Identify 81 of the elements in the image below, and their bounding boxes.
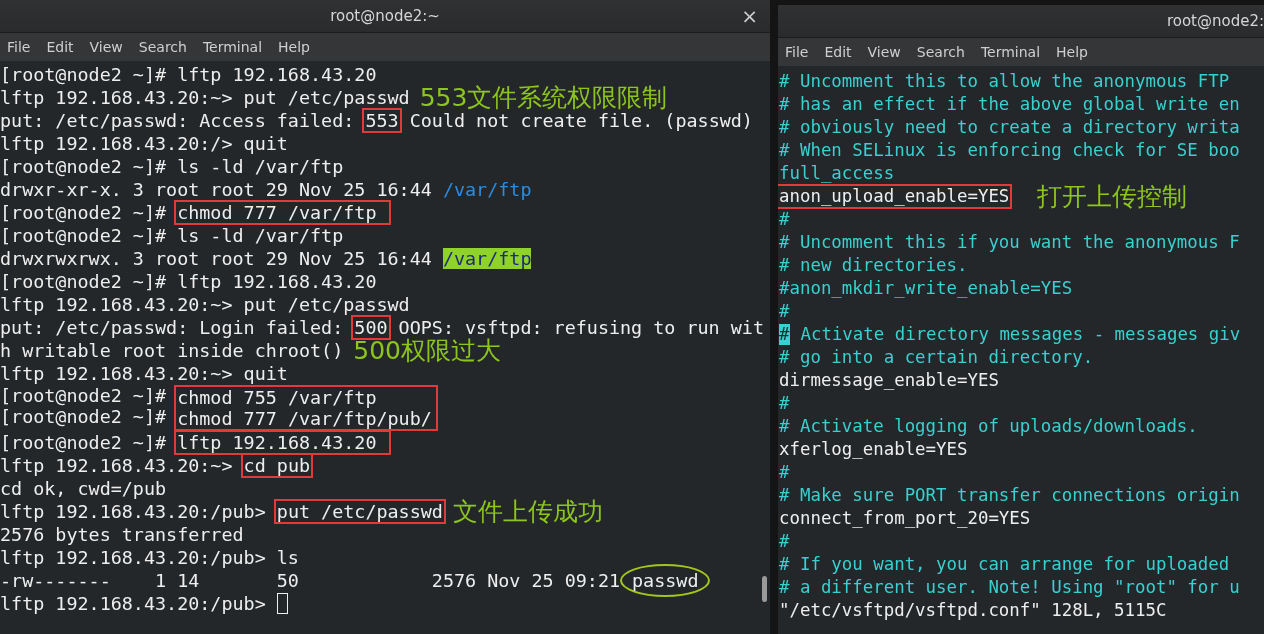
terminal-text: lftp 192.168.43.20:~> put /etc/passwd [0, 294, 410, 315]
comment-text: full_access [779, 163, 895, 184]
terminal-text: lftp 192.168.43.20:~> put /etc/passwd [0, 87, 410, 108]
menu-item[interactable]: Search [916, 44, 965, 60]
terminal-text: "/etc/vsftpd/vsftpd.conf" 128L, 5115C [779, 600, 1167, 621]
outlined-text: 500 [351, 315, 391, 340]
comment-text: # Uncomment this to allow the anonymous FTP [779, 71, 1230, 92]
window-title: root@node2: [1166, 12, 1264, 30]
annotation-note: 553文件系统权限限制 [419, 86, 668, 109]
terminal-text: drwxrwxrwx. 3 root root 29 Nov 25 16:44 [0, 248, 433, 269]
terminal-text: OOPS: vsftpd: refusing to run wit [397, 317, 764, 338]
terminal-text: cd ok, cwd=/pub [0, 478, 167, 499]
terminal-text: 2576 bytes transferred [0, 524, 244, 545]
terminal-text: [root@node2 ~]# lftp 192.168.43.20 [0, 64, 377, 85]
comment-text: # new directories. [779, 255, 968, 276]
menu-item[interactable]: Edit [824, 44, 852, 60]
terminal-text: dirmessage_enable=YES [779, 370, 999, 391]
terminal-text: h writable root inside chroot() [0, 340, 344, 361]
terminal-text: -rw------- 1 14 50 2576 Nov 25 09:21 [0, 570, 621, 591]
outlined-text: chmod 777 /var/ftp [174, 200, 391, 225]
comment-text: # [779, 209, 790, 230]
menu-item[interactable]: Help [278, 39, 310, 55]
terminal-text: [root@node2 ~]# [0, 406, 168, 427]
menu-item[interactable]: Search [138, 39, 187, 55]
comment-text: # When SELinux is enforcing check for SE boo [779, 140, 1240, 161]
terminal-text: [root@node2 ~]# [0, 385, 168, 406]
comment-text: # [779, 531, 790, 552]
comment-text: # Make sure PORT transfer connections origin [779, 485, 1240, 506]
menu-item[interactable]: View [867, 44, 901, 60]
text-cursor: # [779, 324, 790, 345]
terminal-text: lftp 192.168.43.20:~> quit [0, 363, 288, 384]
outlined-text: lftp 192.168.43.20 [174, 430, 391, 455]
comment-text: # [779, 462, 790, 483]
terminal-text: drwxr-xr-x. 3 root root 29 Nov 25 16:44 [0, 179, 433, 200]
close-button[interactable]: × [737, 5, 762, 27]
menu-item[interactable]: View [89, 39, 123, 55]
outlined-text: put /etc/passwd [273, 499, 446, 524]
scrollbar[interactable] [762, 576, 767, 602]
menu-item[interactable]: Terminal [980, 44, 1041, 60]
menu-item[interactable]: Help [1056, 44, 1088, 60]
comment-text: # [779, 393, 790, 414]
terminal-text: lftp 192.168.43.20:/pub> ls [0, 547, 299, 568]
terminal-text: [root@node2 ~]# ls -ld /var/ftp [0, 156, 344, 177]
menu-item[interactable]: File [785, 44, 809, 60]
comment-text: # Uncomment this if you want the anonymous F [779, 232, 1240, 253]
annotation-note: 文件上传成功 [452, 500, 603, 523]
terminal-text: [root@node2 ~]# [0, 432, 168, 453]
terminal-text: lftp 192.168.43.20:/pub> [0, 501, 267, 522]
terminal-text: lftp 192.168.43.20:/pub> [0, 593, 267, 614]
comment-text: # [779, 301, 790, 322]
menu-item[interactable]: File [7, 39, 31, 55]
terminal-text: Could not create file. (passwd) [408, 110, 753, 131]
menu-item[interactable]: Edit [46, 39, 74, 55]
outlined-text: anon_upload_enable=YES [778, 184, 1013, 209]
outlined-text: cd pub [240, 453, 314, 478]
comment-text: # has an effect if the above global write en [779, 94, 1240, 115]
comment-text: # Activate logging of uploads/downloads. [779, 416, 1198, 437]
terminal-text: connect_from_port_20=YES [779, 508, 1031, 529]
comment-text: #anon_mkdir_write_enable=YES [779, 278, 1073, 299]
terminal-text: put: /etc/passwd: Login failed: [0, 317, 345, 338]
text-cursor [276, 593, 288, 614]
comment-text: Activate directory messages - messages giv [799, 324, 1241, 345]
terminal-text: [root@node2 ~]# lftp 192.168.43.20 [0, 271, 377, 292]
outlined-text: 553 [362, 108, 402, 133]
comment-text: # go into a certain directory. [779, 347, 1094, 368]
terminal-text: lftp 192.168.43.20:/> quit [0, 133, 288, 154]
terminal-text: put: /etc/passwd: Access failed: [0, 110, 356, 131]
terminal-text: [root@node2 ~]# ls -ld /var/ftp [0, 225, 344, 246]
comment-text: # obviously need to create a directory writa [779, 117, 1240, 138]
menu-item[interactable]: Terminal [202, 39, 263, 55]
highlighted-directory: /var/ftp [442, 248, 532, 269]
directory-name: /var/ftp [442, 179, 532, 200]
circled-text: passwd [620, 564, 711, 597]
terminal-text: [root@node2 ~]# [0, 202, 168, 223]
window-title: root@node2:~ [330, 7, 440, 25]
comment-text: # If you want, you can arrange for uploaded [779, 554, 1230, 575]
terminal-text: xferlog_enable=YES [779, 439, 968, 460]
terminal-text: lftp 192.168.43.20:~> [0, 455, 234, 476]
annotation-note: 打开上传控制 [1037, 185, 1188, 208]
comment-text: # a different user. Note! Using "root" for u [779, 577, 1240, 598]
annotation-note: 500权限过大 [353, 339, 501, 362]
